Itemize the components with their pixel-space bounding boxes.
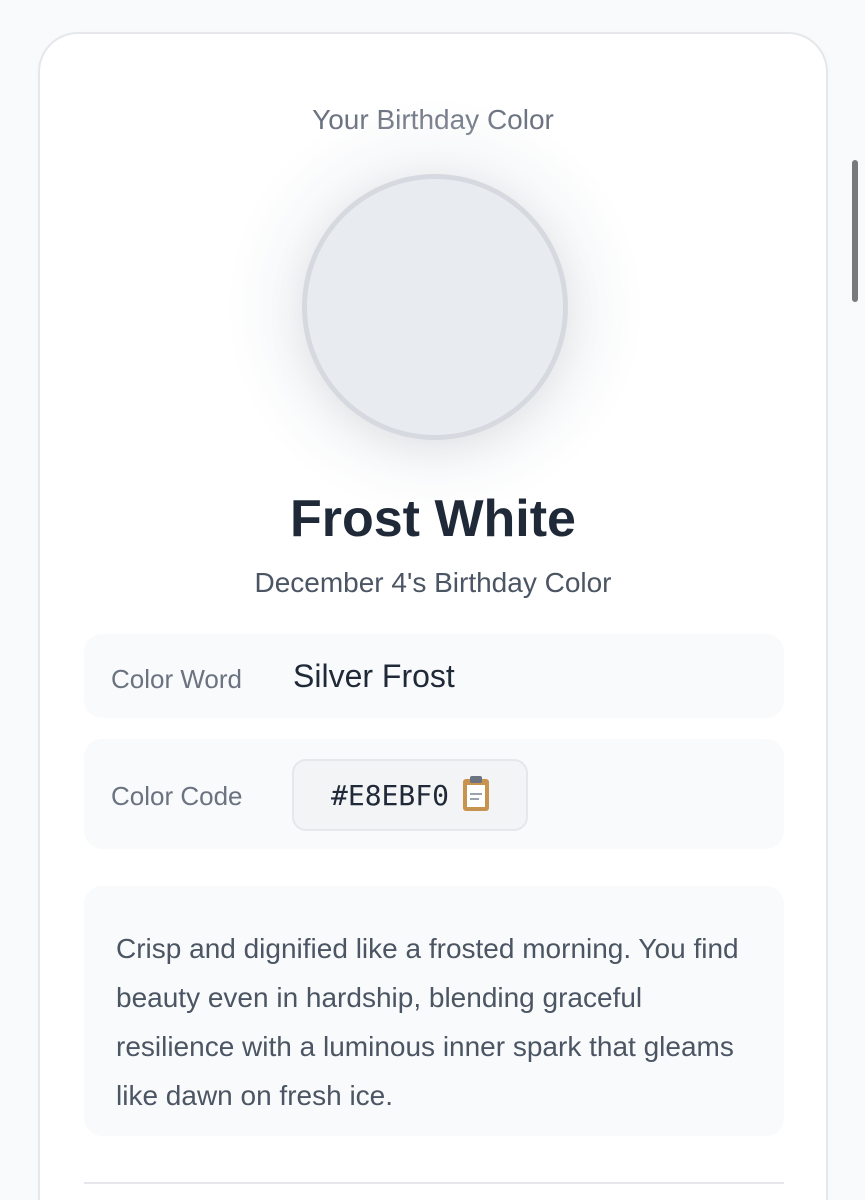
clipboard-icon xyxy=(463,776,489,811)
color-code-label: Color Code xyxy=(111,781,243,811)
color-code-value: #E8EBF0 xyxy=(330,778,449,812)
divider xyxy=(84,1182,784,1184)
color-word-row: Color Word Silver Frost xyxy=(84,634,784,718)
color-code-row: Color Code #E8EBF0 xyxy=(84,739,784,849)
color-name: Frost White xyxy=(290,490,576,548)
color-description: Crisp and dignified like a frosted morni… xyxy=(116,933,739,1111)
color-swatch xyxy=(302,174,568,440)
date-line: December 4's Birthday Color xyxy=(254,567,612,598)
scrollbar[interactable] xyxy=(852,160,858,302)
color-word-value: Silver Frost xyxy=(293,658,455,694)
description-box: Crisp and dignified like a frosted morni… xyxy=(84,886,784,1136)
color-word-label: Color Word xyxy=(111,664,243,694)
birthday-color-card: Your Birthday Color Frost White December… xyxy=(38,32,828,1200)
copy-color-code-button[interactable]: #E8EBF0 xyxy=(292,759,528,831)
